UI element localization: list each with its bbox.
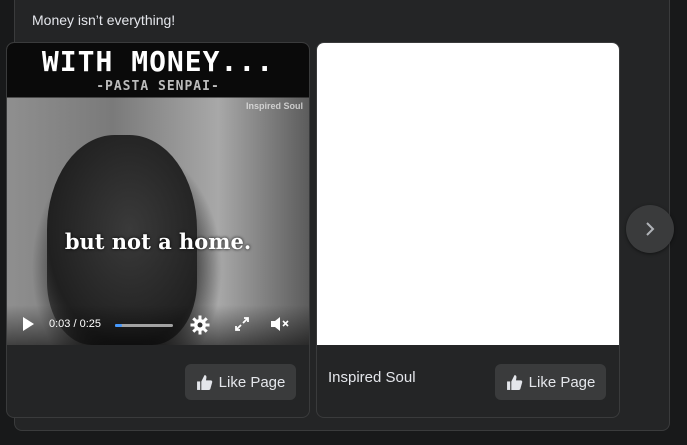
video-progress-bar[interactable] xyxy=(115,324,173,327)
video-time: 0:03 / 0:25 xyxy=(49,318,101,330)
mute-button[interactable] xyxy=(269,315,291,333)
fullscreen-button[interactable] xyxy=(233,315,251,333)
video-player[interactable]: WITH MONEY... -PASTA SENPAI- Inspired So… xyxy=(7,43,309,345)
play-icon xyxy=(23,317,34,331)
settings-button[interactable] xyxy=(189,314,211,336)
play-button[interactable] xyxy=(19,315,37,333)
like-page-label: Like Page xyxy=(218,373,286,391)
video-caption-text: but not a home. xyxy=(64,229,252,254)
thumbs-up-icon xyxy=(506,374,522,390)
expand-icon xyxy=(235,317,249,331)
like-page-label: Like Page xyxy=(528,373,596,391)
thumbs-up-icon xyxy=(196,374,212,390)
like-page-button[interactable]: Like Page xyxy=(495,364,606,400)
gear-icon xyxy=(190,315,210,335)
page-name[interactable]: Inspired Soul xyxy=(328,369,416,386)
carousel-next-button[interactable] xyxy=(626,205,674,253)
video-overlay-title: WITH MONEY... xyxy=(41,45,275,78)
carousel-card-page: Inspired Soul Like Page xyxy=(316,42,620,418)
video-controls: 0:03 / 0:25 xyxy=(7,305,309,345)
video-watermark: Inspired Soul xyxy=(245,101,303,111)
carousel-card-video: WITH MONEY... -PASTA SENPAI- Inspired So… xyxy=(6,42,310,418)
video-progress-fill xyxy=(115,324,122,327)
like-page-button[interactable]: Like Page xyxy=(185,364,296,400)
chevron-right-icon xyxy=(646,222,655,236)
video-overlay-subtitle: -PASTA SENPAI- xyxy=(96,79,220,94)
page-image[interactable] xyxy=(317,43,619,345)
speaker-muted-icon xyxy=(271,317,289,331)
post-caption: Money isn’t everything! xyxy=(32,12,176,28)
